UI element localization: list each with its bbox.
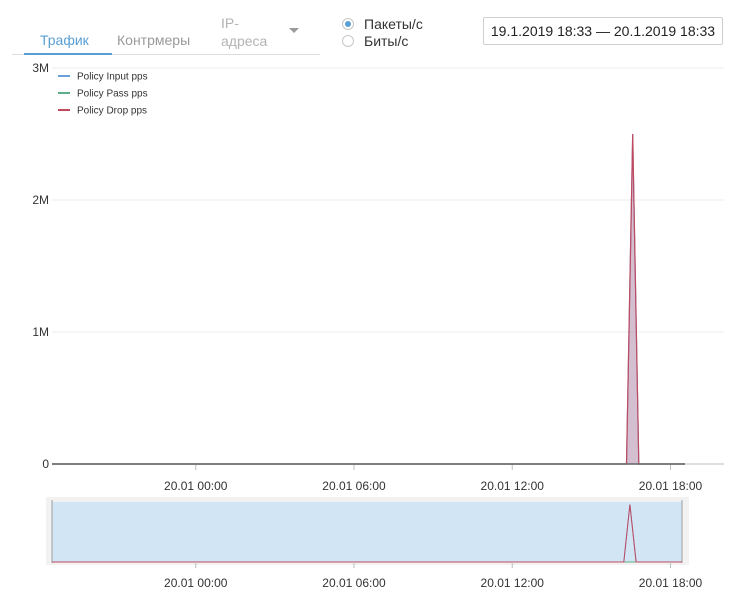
- y-tick-label: 3M: [32, 61, 49, 75]
- x-tick-label: 20.01 00:00: [164, 479, 228, 493]
- legend-item: Policy Input pps: [77, 72, 148, 83]
- series-line: [52, 133, 685, 465]
- series-area: [52, 134, 685, 464]
- legend-item: Policy Drop pps: [77, 106, 147, 117]
- y-tick-label: 1M: [32, 325, 49, 339]
- navigator-x-tick-label: 20.01 00:00: [164, 576, 228, 590]
- x-tick-label: 20.01 06:00: [322, 479, 386, 493]
- navigator-x-tick-label: 20.01 06:00: [322, 576, 386, 590]
- navigator-x-tick-label: 20.01 12:00: [481, 576, 545, 590]
- navigator-x-tick-label: 20.01 18:00: [639, 576, 703, 590]
- series-line: [52, 133, 685, 465]
- x-tick-label: 20.01 18:00: [639, 479, 703, 493]
- x-tick-label: 20.01 12:00: [481, 479, 545, 493]
- series-area: [52, 134, 685, 464]
- y-tick-label: 0: [42, 457, 49, 471]
- navigator-range: [52, 502, 682, 562]
- y-tick-label: 2M: [32, 193, 49, 207]
- legend-item: Policy Pass pps: [77, 89, 148, 100]
- traffic-chart: 0 1M 2M 3M 20.01 00:00 20.01 06:00 20.01 12:00…: [32, 61, 724, 590]
